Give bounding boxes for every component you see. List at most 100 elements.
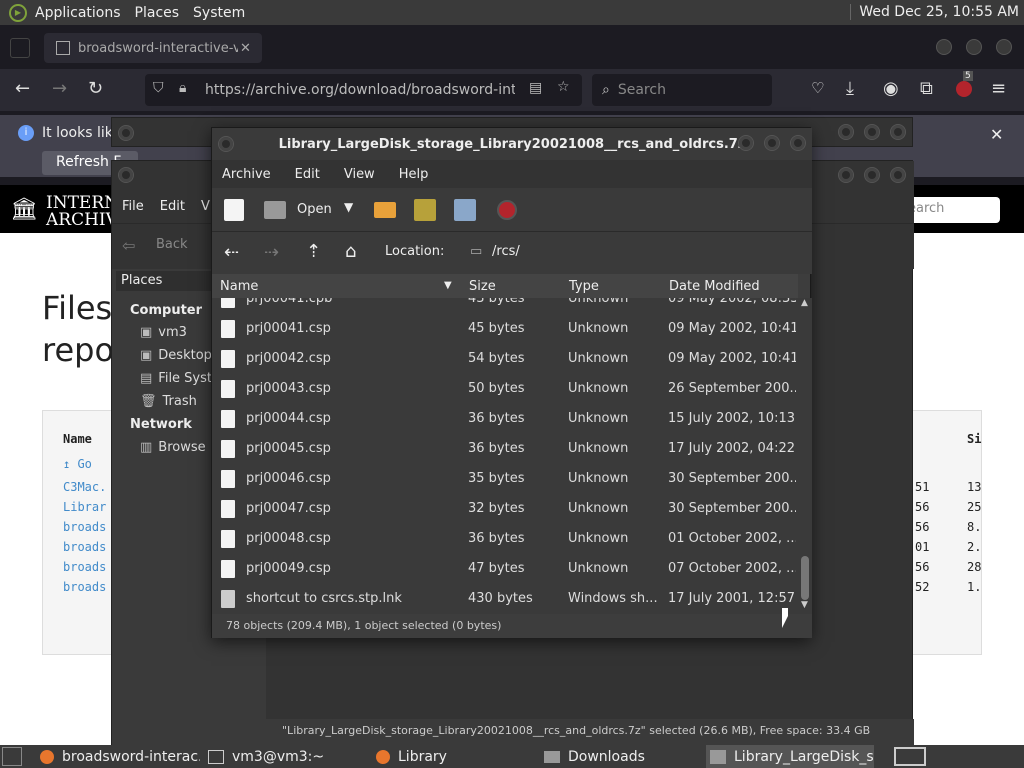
sidebar-item-trash[interactable]: 🗑︎ Trash: [140, 394, 197, 409]
window-menu-icon[interactable]: [118, 125, 134, 141]
minimize-icon[interactable]: [838, 167, 854, 183]
listing-link[interactable]: broads: [63, 540, 106, 554]
table-row[interactable]: prj00047.csp 32 bytes Unknown 30 September …: [212, 494, 798, 524]
menu-view[interactable]: View: [344, 167, 375, 182]
table-row[interactable]: prj00046.csp 35 bytes Unknown 30 September …: [212, 464, 798, 494]
column-date[interactable]: Date Modified: [669, 279, 760, 294]
back-arrow-icon[interactable]: ⇦: [122, 236, 135, 255]
menu-view[interactable]: V: [201, 199, 210, 214]
column-size[interactable]: Size: [469, 279, 496, 294]
reader-view-icon[interactable]: ▤: [529, 80, 542, 96]
close-icon[interactable]: [790, 135, 806, 151]
home-icon[interactable]: ⌂: [345, 241, 356, 262]
stop-icon[interactable]: [497, 200, 517, 220]
menu-edit[interactable]: Edit: [160, 199, 185, 214]
tab-list-icon[interactable]: [10, 38, 30, 58]
sidebar-item-desktop[interactable]: ▣ Desktop: [140, 348, 212, 363]
maximize-icon[interactable]: [966, 39, 982, 55]
open-archive-icon[interactable]: [264, 201, 286, 219]
ia-logo[interactable]: INTERN ARCHIV: [46, 195, 119, 229]
minimize-icon[interactable]: [838, 124, 854, 140]
download-icon[interactable]: ⤓: [846, 78, 854, 99]
table-row[interactable]: prj00049.csp 47 bytes Unknown 07 October 20…: [212, 554, 798, 584]
menu-applications[interactable]: Applications: [35, 5, 121, 21]
listing-link[interactable]: broads: [63, 560, 106, 574]
search-bar[interactable]: ⌕ Search: [592, 74, 772, 106]
close-window-icon[interactable]: [996, 39, 1012, 55]
menu-file[interactable]: File: [122, 199, 144, 214]
tab-broadsword[interactable]: broadsword-interactive-ver ✕: [44, 33, 262, 63]
back-arrow-icon[interactable]: ←: [15, 78, 30, 99]
sidebar-item-filesystem[interactable]: ▤ File Syst: [140, 371, 212, 386]
taskbar-item-terminal[interactable]: vm3@vm3:~: [204, 745, 364, 768]
add-folder-icon[interactable]: [454, 199, 476, 221]
scroll-up-icon[interactable]: ▲: [801, 298, 808, 308]
pocket-icon[interactable]: ♡: [811, 79, 824, 97]
window-menu-icon[interactable]: [118, 167, 134, 183]
maximize-icon[interactable]: [864, 167, 880, 183]
location-path[interactable]: /rcs/: [492, 244, 520, 259]
sidebar-item-vm3[interactable]: ▣ vm3: [140, 325, 187, 340]
extract-icon[interactable]: [374, 202, 396, 218]
lock-icon[interactable]: 🔒︎: [179, 80, 186, 96]
clock[interactable]: Wed Dec 25, 10:55 AM: [850, 4, 1019, 20]
ublock-icon[interactable]: [956, 81, 972, 97]
menu-places[interactable]: Places: [135, 5, 180, 21]
menu-system[interactable]: System: [193, 5, 245, 21]
table-row[interactable]: prj00044.csp 36 bytes Unknown 15 July 2002,…: [212, 404, 798, 434]
column-type[interactable]: Type: [569, 279, 599, 294]
close-notification-icon[interactable]: ✕: [990, 125, 1003, 144]
bookmark-star-icon[interactable]: ☆: [557, 79, 570, 95]
table-row[interactable]: prj00042.csp 54 bytes Unknown 09 May 2002, …: [212, 344, 798, 374]
forward-arrow-icon[interactable]: →: [52, 78, 67, 99]
table-row[interactable]: prj00041.csp 45 bytes Unknown 09 May 2002, …: [212, 314, 798, 344]
back-button[interactable]: Back: [156, 237, 188, 252]
listing-link[interactable]: broads: [63, 580, 106, 594]
add-files-icon[interactable]: [414, 199, 436, 221]
open-button[interactable]: Open: [297, 202, 332, 217]
open-dropdown-icon[interactable]: ▼: [344, 200, 353, 214]
parent-dir-link[interactable]: ↥ Go: [63, 457, 92, 471]
taskbar-item-archive-manager[interactable]: Library_LargeDisk_s...: [706, 745, 874, 768]
table-row[interactable]: prj00048.csp 36 bytes Unknown 01 October 20…: [212, 524, 798, 554]
listing-link[interactable]: Librar: [63, 500, 106, 514]
taskbar-item-downloads[interactable]: Downloads: [540, 745, 700, 768]
url-bar[interactable]: ⛉ 🔒︎ https://archive.org/download/broads…: [145, 74, 582, 106]
sort-descending-icon[interactable]: ▼: [444, 280, 452, 291]
hamburger-menu-icon[interactable]: ≡: [991, 78, 1006, 99]
table-row[interactable]: shortcut to csrcs.stp.lnk 430 bytes Window…: [212, 584, 798, 614]
close-icon[interactable]: [890, 167, 906, 183]
scroll-down-icon[interactable]: ▼: [801, 600, 808, 610]
back-icon[interactable]: ⇠: [224, 242, 239, 263]
close-icon[interactable]: [890, 124, 906, 140]
window-menu-icon[interactable]: [218, 136, 234, 152]
distro-logo-icon[interactable]: ▶: [9, 3, 27, 22]
menu-archive[interactable]: Archive: [222, 167, 271, 182]
scrollbar-thumb[interactable]: [801, 556, 809, 600]
taskbar-item-firefox[interactable]: broadsword-interac...: [36, 745, 200, 768]
table-row[interactable]: prj00041.cpb 43 bytes Unknown 09 May 2002, …: [212, 298, 798, 314]
workspace-switcher[interactable]: [894, 747, 926, 766]
sidebar-item-browse-network[interactable]: ▥ Browse I: [140, 440, 214, 455]
menu-help[interactable]: Help: [399, 167, 429, 182]
shield-icon[interactable]: ⛉: [153, 80, 164, 96]
maximize-icon[interactable]: [864, 124, 880, 140]
new-archive-icon[interactable]: [224, 199, 244, 221]
minimize-icon[interactable]: [738, 135, 754, 151]
table-row[interactable]: prj00043.csp 50 bytes Unknown 26 September …: [212, 374, 798, 404]
reload-icon[interactable]: ↻: [88, 78, 103, 99]
maximize-icon[interactable]: [764, 135, 780, 151]
minimize-icon[interactable]: [936, 39, 952, 55]
listing-link[interactable]: C3Mac.: [63, 480, 106, 494]
ia-search-input[interactable]: earch: [900, 197, 1000, 223]
show-desktop-icon[interactable]: [2, 747, 22, 766]
up-icon[interactable]: ⇡: [306, 241, 321, 262]
extensions-icon[interactable]: ⧉: [920, 78, 933, 99]
taskbar-item-library[interactable]: Library: [372, 745, 532, 768]
column-name[interactable]: Name: [220, 279, 258, 294]
close-tab-icon[interactable]: ✕: [240, 41, 251, 56]
menu-edit[interactable]: Edit: [295, 167, 320, 182]
table-row[interactable]: prj00045.csp 36 bytes Unknown 17 July 2002,…: [212, 434, 798, 464]
vertical-scrollbar[interactable]: ▲ ▼: [798, 298, 812, 614]
forward-icon[interactable]: ⇢: [264, 242, 279, 263]
